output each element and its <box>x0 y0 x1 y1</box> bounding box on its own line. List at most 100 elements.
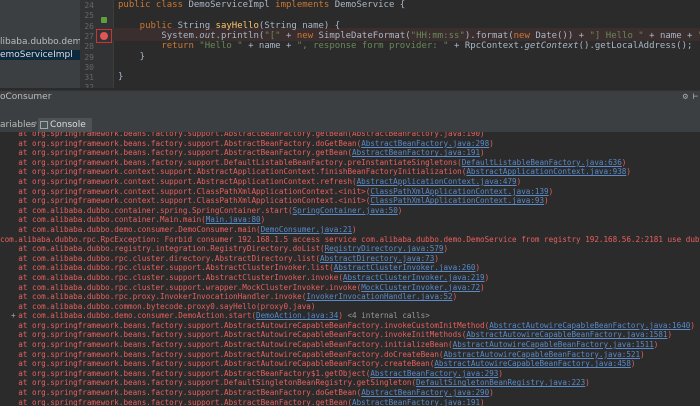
console-lines: at org.springframework.beans.factory.sup… <box>0 132 700 406</box>
code-token: System. <box>118 30 200 41</box>
line-number[interactable]: 31 <box>82 73 94 82</box>
source-link[interactable]: DemoAction.java:34 <box>256 311 338 320</box>
console-text: ) <box>452 292 458 302</box>
console-text: ) <box>544 196 549 206</box>
code-editor[interactable]: libaba.dubbo.demo.prov emoServiceImpl 24… <box>0 0 700 88</box>
console-line: at org.springframework.beans.factory.sup… <box>0 350 700 360</box>
line-number[interactable]: 32 <box>82 83 94 88</box>
console-text: at com.alibaba.dubbo.container.Main.main… <box>0 215 206 225</box>
code-line[interactable]: } <box>118 52 145 62</box>
console-line: at com.alibaba.dubbo.container.Main.main… <box>0 215 700 225</box>
code-line[interactable]: } <box>118 72 123 82</box>
source-link[interactable]: InvokerInvocationHandler.java:52 <box>306 292 452 301</box>
source-link[interactable]: ClassPathXmlApplicationContext.java:139 <box>370 187 548 196</box>
source-link[interactable]: AbstractBeanFactory.java:298 <box>361 139 489 148</box>
source-link[interactable]: RegistryDirectory.java:579 <box>325 244 444 253</box>
code-token: SimpleDateFormat( <box>318 30 411 41</box>
implements-icon[interactable] <box>101 17 107 23</box>
code-line[interactable]: public String sayHello(String name) { <box>118 20 341 31</box>
console-line: at com.alibaba.dubbo.rpc.cluster.support… <box>0 263 700 273</box>
source-link[interactable]: AbstractDirectory.java:73 <box>320 254 434 263</box>
code-token: Date()) + <box>535 30 590 41</box>
console-text: at org.springframework.beans.factory.sup… <box>0 320 490 330</box>
code-token: + <box>286 30 297 41</box>
console-text: at com.alibaba.dubbo.common.bytecode.pro… <box>0 301 316 311</box>
source-link[interactable]: SpringContainer.java:50 <box>293 206 398 215</box>
console-text: ) <box>690 320 695 330</box>
source-link[interactable]: Main.java:80 <box>206 215 261 224</box>
hide-panel-icon[interactable]: ⊢ <box>693 92 698 102</box>
project-tree-item-class-selected[interactable]: emoServiceImpl <box>0 50 80 60</box>
source-link[interactable]: DefaultSingletonBeanRegistry.java:223 <box>416 378 585 387</box>
console-text: at com.alibaba.dubbo.rpc.cluster.support… <box>0 272 343 282</box>
console-text: at org.springframework.beans.factory.sup… <box>0 349 444 359</box>
source-link[interactable]: AbstractApplicationContext.java:479 <box>357 177 517 186</box>
line-number[interactable]: 30 <box>82 63 94 72</box>
console-line: at org.springframework.beans.factory.sup… <box>0 139 700 149</box>
console-text: at com.alibaba.dubbo.rpc.proxy.InvokerIn… <box>0 292 307 302</box>
console-text: ) <box>443 244 449 254</box>
tab-console[interactable]: Console <box>38 118 92 132</box>
source-link[interactable]: AbstractClusterInvoker.java:260 <box>334 263 476 272</box>
code-area[interactable]: public class DemoServiceImpl implements … <box>118 0 700 88</box>
source-link[interactable]: AbstractAutowireCapableBeanFactory.java:… <box>453 340 654 349</box>
code-line[interactable]: System.out.println("[" + new SimpleDateF… <box>118 31 700 41</box>
source-link[interactable]: AbstractBeanFactory.java:191 <box>352 398 480 406</box>
source-link[interactable]: AbstractAutowireCapableBeanFactory.java:… <box>466 330 667 339</box>
console-output[interactable]: at org.springframework.beans.factory.sup… <box>0 132 700 406</box>
source-link[interactable]: ClassPathXmlApplicationContext.java:93 <box>370 196 544 205</box>
console-line: + at com.alibaba.dubbo.demo.consumer.Dem… <box>0 311 700 321</box>
line-number[interactable]: 26 <box>82 22 94 31</box>
project-tree-item-package[interactable]: libaba.dubbo.demo.prov <box>0 37 80 47</box>
source-link[interactable]: AbstractAutowireCapableBeanFactory.java:… <box>443 350 640 359</box>
source-link[interactable]: AbstractClusterInvoker.java:219 <box>343 273 485 282</box>
console-line: at com.alibaba.dubbo.demo.consumer.DemoC… <box>0 225 700 235</box>
breakpoint-marker[interactable] <box>96 29 112 43</box>
source-link[interactable]: AbstractAutowireCapableBeanFactory.java:… <box>434 359 631 368</box>
source-link[interactable]: DemoConsumer.java:21 <box>261 225 352 234</box>
console-text: ) <box>626 167 631 177</box>
source-link[interactable]: AbstractBeanFactory.java:293 <box>370 369 498 378</box>
console-text: at org.springframework.context.support.C… <box>0 196 371 206</box>
code-line[interactable]: public class DemoServiceImpl implements … <box>118 0 405 10</box>
source-link[interactable]: AbstractBeanFactory.java:290 <box>361 388 489 397</box>
source-link[interactable]: AbstractAutowireCapableBeanFactory.java:… <box>489 321 690 330</box>
expand-fold-icon[interactable]: + <box>11 311 16 321</box>
console-text: com.alibaba.dubbo.rpc.RpcException: Forb… <box>0 234 700 244</box>
source-link[interactable]: AbstractBeanFactory.java:191 <box>352 148 480 157</box>
console-line: com.alibaba.dubbo.rpc.RpcException: Forb… <box>0 235 700 245</box>
console-text: at org.springframework.beans.factory.sup… <box>0 368 371 378</box>
console-line: at com.alibaba.dubbo.rpc.cluster.support… <box>0 283 700 293</box>
source-link[interactable]: DefaultListableBeanFactory.java:636 <box>462 158 622 167</box>
tab-restore-icon[interactable]: →* <box>28 118 38 132</box>
console-line: at org.springframework.beans.factory.sup… <box>0 330 700 340</box>
source-link[interactable]: AbstractApplicationContext.java:938 <box>466 167 626 176</box>
line-number[interactable]: 28 <box>82 42 94 51</box>
console-text: at org.springframework.beans.factory.sup… <box>0 340 453 350</box>
console-text: at org.springframework.beans.factory.sup… <box>0 148 353 158</box>
code-token: public class <box>118 0 189 10</box>
run-config-title[interactable]: oConsumer <box>0 92 51 102</box>
console-line: at org.springframework.context.support.C… <box>0 187 700 197</box>
console-text: ) <box>434 253 439 263</box>
line-number[interactable]: 24 <box>82 1 94 10</box>
code-line[interactable]: return "Hello " + name + ", response for… <box>118 41 692 51</box>
internal-calls-fold[interactable]: <4 internal calls> <box>347 311 429 320</box>
console-line: at com.alibaba.dubbo.common.bytecode.pro… <box>0 302 700 312</box>
code-token: sayHello <box>215 20 259 31</box>
source-link[interactable]: MockClusterInvoker.java:72 <box>361 283 480 292</box>
console-text: at com.alibaba.dubbo.container.spring.Sp… <box>0 205 293 215</box>
line-number[interactable]: 27 <box>82 32 94 41</box>
console-line: at org.springframework.context.support.A… <box>0 167 700 177</box>
debug-tabs: ariables →* Console <box>0 118 700 133</box>
line-number[interactable]: 29 <box>82 53 94 62</box>
code-token: } <box>118 72 124 83</box>
code-token: .println( <box>215 30 265 41</box>
console-text: ) <box>480 148 485 158</box>
line-number[interactable]: 25 <box>82 11 94 20</box>
console-text: ) <box>260 215 266 225</box>
console-text: at org.springframework.beans.factory.sup… <box>0 330 467 340</box>
gear-icon[interactable]: ⚙ <box>683 92 688 102</box>
console-text: at org.springframework.context.support.A… <box>0 167 467 177</box>
console-text: ) <box>585 378 590 388</box>
